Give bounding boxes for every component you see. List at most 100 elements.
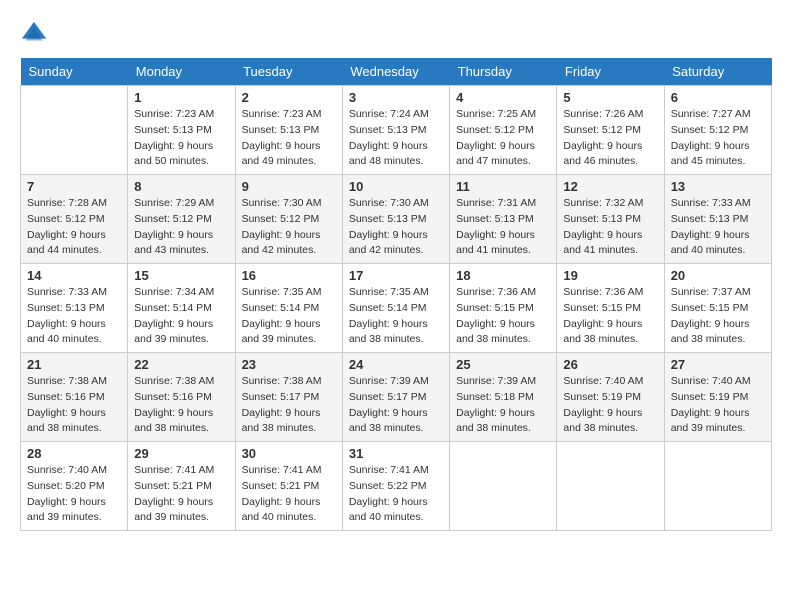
- calendar-day-cell: 28Sunrise: 7:40 AMSunset: 5:20 PMDayligh…: [21, 442, 128, 531]
- day-info: Sunrise: 7:38 AMSunset: 5:16 PMDaylight:…: [134, 374, 228, 437]
- calendar-day-cell: 18 Sunrise: 7:36 AMSunset: 5:15 PMDayligh…: [450, 264, 557, 353]
- calendar-day-cell: 23 Sunrise: 7:38 AMSunset: 5:17 PMDayligh…: [235, 353, 342, 442]
- day-info: Sunrise: 7:40 AMSunset: 5:19 PMDaylight:…: [671, 374, 765, 437]
- calendar-day-cell: 19 Sunrise: 7:36 AMSunset: 5:15 PMDayligh…: [557, 264, 664, 353]
- day-info: Sunrise: 7:29 AMSunset: 5:12 PMDaylight:…: [134, 196, 228, 259]
- calendar-week-row: 21 Sunrise: 7:38 AMSunset: 5:16 PMDayligh…: [21, 353, 772, 442]
- weekday-header-cell: Friday: [557, 58, 664, 86]
- day-info: Sunrise: 7:39 AMSunset: 5:18 PMDaylight:…: [456, 374, 550, 437]
- day-number: 20: [671, 268, 765, 283]
- calendar-day-cell: 20 Sunrise: 7:37 AMSunset: 5:15 PMDayligh…: [664, 264, 771, 353]
- day-info: Sunrise: 7:35 AMSunset: 5:14 PMDaylight:…: [349, 285, 443, 348]
- day-number: 7: [27, 179, 121, 194]
- day-number: 27: [671, 357, 765, 372]
- day-number: 9: [242, 179, 336, 194]
- calendar-day-cell: 12 Sunrise: 7:32 AMSunset: 5:13 PMDayligh…: [557, 175, 664, 264]
- day-info: Sunrise: 7:26 AMSunset: 5:12 PMDaylight:…: [563, 107, 657, 170]
- day-info: Sunrise: 7:41 AMSunset: 5:21 PMDaylight:…: [134, 463, 228, 526]
- weekday-header-row: SundayMondayTuesdayWednesdayThursdayFrid…: [21, 58, 772, 86]
- day-number: 15: [134, 268, 228, 283]
- day-number: 12: [563, 179, 657, 194]
- day-info: Sunrise: 7:37 AMSunset: 5:15 PMDaylight:…: [671, 285, 765, 348]
- calendar-day-cell: 8 Sunrise: 7:29 AMSunset: 5:12 PMDaylight…: [128, 175, 235, 264]
- day-info: Sunrise: 7:38 AMSunset: 5:16 PMDaylight:…: [27, 374, 121, 437]
- calendar-day-cell: 4 Sunrise: 7:25 AMSunset: 5:12 PMDaylight…: [450, 86, 557, 175]
- weekday-header-cell: Thursday: [450, 58, 557, 86]
- calendar-day-cell: 6 Sunrise: 7:27 AMSunset: 5:12 PMDaylight…: [664, 86, 771, 175]
- calendar-body: 1 Sunrise: 7:23 AMSunset: 5:13 PMDaylight…: [21, 86, 772, 531]
- day-number: 4: [456, 90, 550, 105]
- day-info: Sunrise: 7:23 AMSunset: 5:13 PMDaylight:…: [242, 107, 336, 170]
- day-info: Sunrise: 7:25 AMSunset: 5:12 PMDaylight:…: [456, 107, 550, 170]
- weekday-header-cell: Wednesday: [342, 58, 449, 86]
- calendar-day-cell: 31Sunrise: 7:41 AMSunset: 5:22 PMDayligh…: [342, 442, 449, 531]
- page-header: [20, 20, 772, 48]
- day-info: Sunrise: 7:32 AMSunset: 5:13 PMDaylight:…: [563, 196, 657, 259]
- day-number: 17: [349, 268, 443, 283]
- calendar-day-cell: [664, 442, 771, 531]
- day-number: 10: [349, 179, 443, 194]
- calendar-day-cell: 2 Sunrise: 7:23 AMSunset: 5:13 PMDaylight…: [235, 86, 342, 175]
- calendar-week-row: 1 Sunrise: 7:23 AMSunset: 5:13 PMDaylight…: [21, 86, 772, 175]
- calendar-day-cell: 5 Sunrise: 7:26 AMSunset: 5:12 PMDaylight…: [557, 86, 664, 175]
- calendar-day-cell: 27 Sunrise: 7:40 AMSunset: 5:19 PMDayligh…: [664, 353, 771, 442]
- calendar-day-cell: 30Sunrise: 7:41 AMSunset: 5:21 PMDayligh…: [235, 442, 342, 531]
- day-info: Sunrise: 7:24 AMSunset: 5:13 PMDaylight:…: [349, 107, 443, 170]
- day-number: 29: [134, 446, 228, 461]
- day-info: Sunrise: 7:38 AMSunset: 5:17 PMDaylight:…: [242, 374, 336, 437]
- calendar-day-cell: 11 Sunrise: 7:31 AMSunset: 5:13 PMDayligh…: [450, 175, 557, 264]
- calendar-day-cell: 26Sunrise: 7:40 AMSunset: 5:19 PMDayligh…: [557, 353, 664, 442]
- calendar-day-cell: [450, 442, 557, 531]
- calendar-week-row: 14Sunrise: 7:33 AMSunset: 5:13 PMDayligh…: [21, 264, 772, 353]
- day-number: 8: [134, 179, 228, 194]
- day-info: Sunrise: 7:35 AMSunset: 5:14 PMDaylight:…: [242, 285, 336, 348]
- calendar-day-cell: 9 Sunrise: 7:30 AMSunset: 5:12 PMDaylight…: [235, 175, 342, 264]
- calendar-day-cell: [21, 86, 128, 175]
- weekday-header-cell: Monday: [128, 58, 235, 86]
- logo-icon: [20, 20, 48, 48]
- day-info: Sunrise: 7:36 AMSunset: 5:15 PMDaylight:…: [563, 285, 657, 348]
- calendar-day-cell: [557, 442, 664, 531]
- weekday-header-cell: Tuesday: [235, 58, 342, 86]
- day-info: Sunrise: 7:28 AMSunset: 5:12 PMDaylight:…: [27, 196, 121, 259]
- calendar-week-row: 7 Sunrise: 7:28 AMSunset: 5:12 PMDaylight…: [21, 175, 772, 264]
- calendar-day-cell: 24Sunrise: 7:39 AMSunset: 5:17 PMDayligh…: [342, 353, 449, 442]
- weekday-header-cell: Sunday: [21, 58, 128, 86]
- day-info: Sunrise: 7:36 AMSunset: 5:15 PMDaylight:…: [456, 285, 550, 348]
- calendar-day-cell: 3Sunrise: 7:24 AMSunset: 5:13 PMDaylight…: [342, 86, 449, 175]
- calendar-day-cell: 29 Sunrise: 7:41 AMSunset: 5:21 PMDayligh…: [128, 442, 235, 531]
- day-number: 23: [242, 357, 336, 372]
- day-number: 5: [563, 90, 657, 105]
- calendar-day-cell: 13Sunrise: 7:33 AMSunset: 5:13 PMDayligh…: [664, 175, 771, 264]
- day-number: 31: [349, 446, 443, 461]
- weekday-header-cell: Saturday: [664, 58, 771, 86]
- day-info: Sunrise: 7:40 AMSunset: 5:19 PMDaylight:…: [563, 374, 657, 437]
- calendar-day-cell: 14Sunrise: 7:33 AMSunset: 5:13 PMDayligh…: [21, 264, 128, 353]
- day-info: Sunrise: 7:40 AMSunset: 5:20 PMDaylight:…: [27, 463, 121, 526]
- day-info: Sunrise: 7:23 AMSunset: 5:13 PMDaylight:…: [134, 107, 228, 170]
- calendar-day-cell: 7 Sunrise: 7:28 AMSunset: 5:12 PMDaylight…: [21, 175, 128, 264]
- day-number: 19: [563, 268, 657, 283]
- day-number: 24: [349, 357, 443, 372]
- day-number: 11: [456, 179, 550, 194]
- logo: [20, 20, 52, 48]
- day-number: 16: [242, 268, 336, 283]
- day-number: 6: [671, 90, 765, 105]
- day-number: 18: [456, 268, 550, 283]
- calendar-day-cell: 15Sunrise: 7:34 AMSunset: 5:14 PMDayligh…: [128, 264, 235, 353]
- day-number: 2: [242, 90, 336, 105]
- day-info: Sunrise: 7:41 AMSunset: 5:21 PMDaylight:…: [242, 463, 336, 526]
- day-number: 22: [134, 357, 228, 372]
- calendar-day-cell: 21 Sunrise: 7:38 AMSunset: 5:16 PMDayligh…: [21, 353, 128, 442]
- calendar-day-cell: 10Sunrise: 7:30 AMSunset: 5:13 PMDayligh…: [342, 175, 449, 264]
- day-number: 1: [134, 90, 228, 105]
- calendar-day-cell: 1 Sunrise: 7:23 AMSunset: 5:13 PMDaylight…: [128, 86, 235, 175]
- day-info: Sunrise: 7:30 AMSunset: 5:12 PMDaylight:…: [242, 196, 336, 259]
- calendar-day-cell: 22 Sunrise: 7:38 AMSunset: 5:16 PMDayligh…: [128, 353, 235, 442]
- calendar-day-cell: 25 Sunrise: 7:39 AMSunset: 5:18 PMDayligh…: [450, 353, 557, 442]
- calendar-day-cell: 16 Sunrise: 7:35 AMSunset: 5:14 PMDayligh…: [235, 264, 342, 353]
- day-info: Sunrise: 7:31 AMSunset: 5:13 PMDaylight:…: [456, 196, 550, 259]
- day-number: 21: [27, 357, 121, 372]
- day-number: 25: [456, 357, 550, 372]
- day-info: Sunrise: 7:27 AMSunset: 5:12 PMDaylight:…: [671, 107, 765, 170]
